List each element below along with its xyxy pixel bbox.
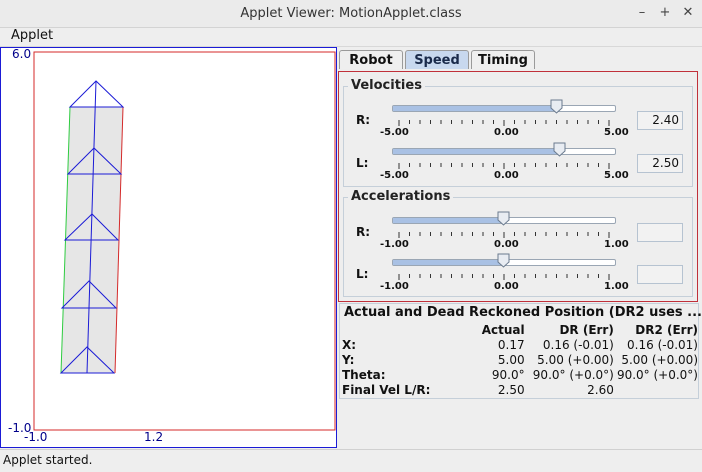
status-text: Applet started.: [3, 453, 93, 467]
acc-r-label: R:: [356, 225, 371, 239]
velocities-title: Velocities: [348, 78, 425, 93]
accelerations-title: Accelerations: [348, 189, 454, 204]
table-row: Y: 5.00 5.00 (+0.00) 5.00 (+0.00): [342, 353, 698, 368]
robot-pose: [68, 80, 125, 108]
vel-r-tick-max: 5.00: [604, 127, 629, 138]
cell-actual: 5.00: [497, 353, 525, 367]
vel-r-tick-mid: 0.00: [494, 127, 519, 138]
vel-l-value[interactable]: 2.50: [637, 154, 683, 173]
position-group: Actual and Dead Reckoned Position (DR2 u…: [339, 303, 702, 399]
vel-l-ticks: [398, 163, 610, 169]
motion-plot: 6.0 -1.0 -1.0 1.2: [0, 47, 337, 448]
cell-dr: 5.00 (+0.00): [537, 353, 614, 367]
speed-panel: Velocities R: -5.00 0.00 5.00 2.40 L: -5…: [338, 71, 698, 302]
position-header-row: Actual DR (Err) DR2 (Err): [342, 323, 698, 338]
cell-actual: 90.0°: [491, 368, 525, 382]
cell-actual: 2.50: [497, 383, 525, 397]
vel-r-track[interactable]: [392, 105, 616, 112]
acc-r-value[interactable]: [637, 223, 683, 242]
row-label: X:: [342, 338, 357, 352]
minimize-button[interactable]: –: [632, 3, 652, 23]
vel-r-value[interactable]: 2.40: [637, 111, 683, 130]
vel-r-ticks: [398, 120, 610, 126]
menu-bar: Applet: [0, 28, 702, 46]
cell-dr2: 0.16 (-0.01): [627, 338, 698, 352]
table-row: X: 0.17 0.16 (-0.01) 0.16 (-0.01): [342, 338, 698, 353]
cell-dr: 2.60: [587, 383, 614, 397]
acc-l-tick-max: 1.00: [604, 281, 629, 292]
acc-r-tick-mid: 0.00: [494, 239, 519, 250]
vel-l-tick-mid: 0.00: [494, 170, 519, 181]
window-title: Applet Viewer: MotionApplet.class: [240, 6, 462, 21]
vel-r-label: R:: [356, 113, 371, 127]
vel-r-tick-min: -5.00: [380, 127, 409, 138]
acc-l-tick-mid: 0.00: [494, 281, 519, 292]
cell-dr: 0.16 (-0.01): [542, 338, 614, 352]
vel-r-thumb[interactable]: [550, 99, 563, 114]
x-min-label: -1.0: [24, 430, 48, 444]
acc-l-tick-min: -1.00: [380, 281, 409, 292]
cell-actual: 0.17: [497, 338, 525, 352]
cell-dr2: [614, 383, 698, 398]
acc-l-thumb[interactable]: [497, 253, 510, 268]
menu-applet[interactable]: Applet: [11, 28, 53, 43]
acc-r-ticks: [398, 232, 610, 238]
vel-l-tick-min: -5.00: [380, 170, 409, 181]
cell-dr2: 5.00 (+0.00): [621, 353, 698, 367]
velocities-group: Velocities R: -5.00 0.00 5.00 2.40 L: -5…: [343, 78, 693, 187]
acc-l-value[interactable]: [637, 265, 683, 284]
vel-l-thumb[interactable]: [553, 142, 566, 157]
position-col-dr2: DR2 (Err): [635, 323, 698, 337]
y-max-label: 6.0: [12, 47, 32, 61]
cell-dr: 90.0° (+0.0°): [532, 368, 614, 382]
position-col-blank: [342, 323, 443, 338]
table-row: Final Vel L/R: 2.50 2.60: [342, 383, 698, 398]
acc-l-label: L:: [356, 267, 369, 281]
title-bar: Applet Viewer: MotionApplet.class – + ✕: [0, 0, 702, 28]
row-label: Final Vel L/R:: [342, 383, 431, 397]
table-row: Theta: 90.0° 90.0° (+0.0°) 90.0° (+0.0°): [342, 368, 698, 383]
vel-l-label: L:: [356, 156, 369, 170]
cell-dr2: 90.0° (+0.0°): [616, 368, 698, 382]
row-label: Theta:: [342, 368, 386, 382]
plot-canvas: [33, 51, 336, 431]
position-table: Actual DR (Err) DR2 (Err) X: 0.17 0.16 (…: [342, 323, 698, 398]
close-button[interactable]: ✕: [678, 3, 698, 23]
tab-timing[interactable]: Timing: [471, 50, 535, 69]
row-label: Y:: [342, 353, 355, 367]
position-title: Actual and Dead Reckoned Position (DR2 u…: [344, 305, 702, 320]
acc-r-thumb[interactable]: [497, 211, 510, 226]
vel-l-tick-max: 5.00: [604, 170, 629, 181]
accelerations-group: Accelerations R: -1.00 0.00 1.00 L: -1.0: [343, 189, 693, 297]
maximize-button[interactable]: +: [655, 3, 675, 23]
tab-speed[interactable]: Speed: [405, 50, 469, 69]
acc-l-ticks: [398, 274, 610, 280]
acc-r-tick-min: -1.00: [380, 239, 409, 250]
tab-robot[interactable]: Robot: [339, 50, 403, 69]
position-col-actual: Actual: [481, 323, 525, 337]
vel-l-track[interactable]: [392, 148, 616, 155]
x-max-label: 1.2: [144, 430, 164, 444]
status-bar: Applet started.: [0, 449, 702, 472]
position-col-dr: DR (Err): [559, 323, 614, 337]
acc-r-tick-max: 1.00: [604, 239, 629, 250]
